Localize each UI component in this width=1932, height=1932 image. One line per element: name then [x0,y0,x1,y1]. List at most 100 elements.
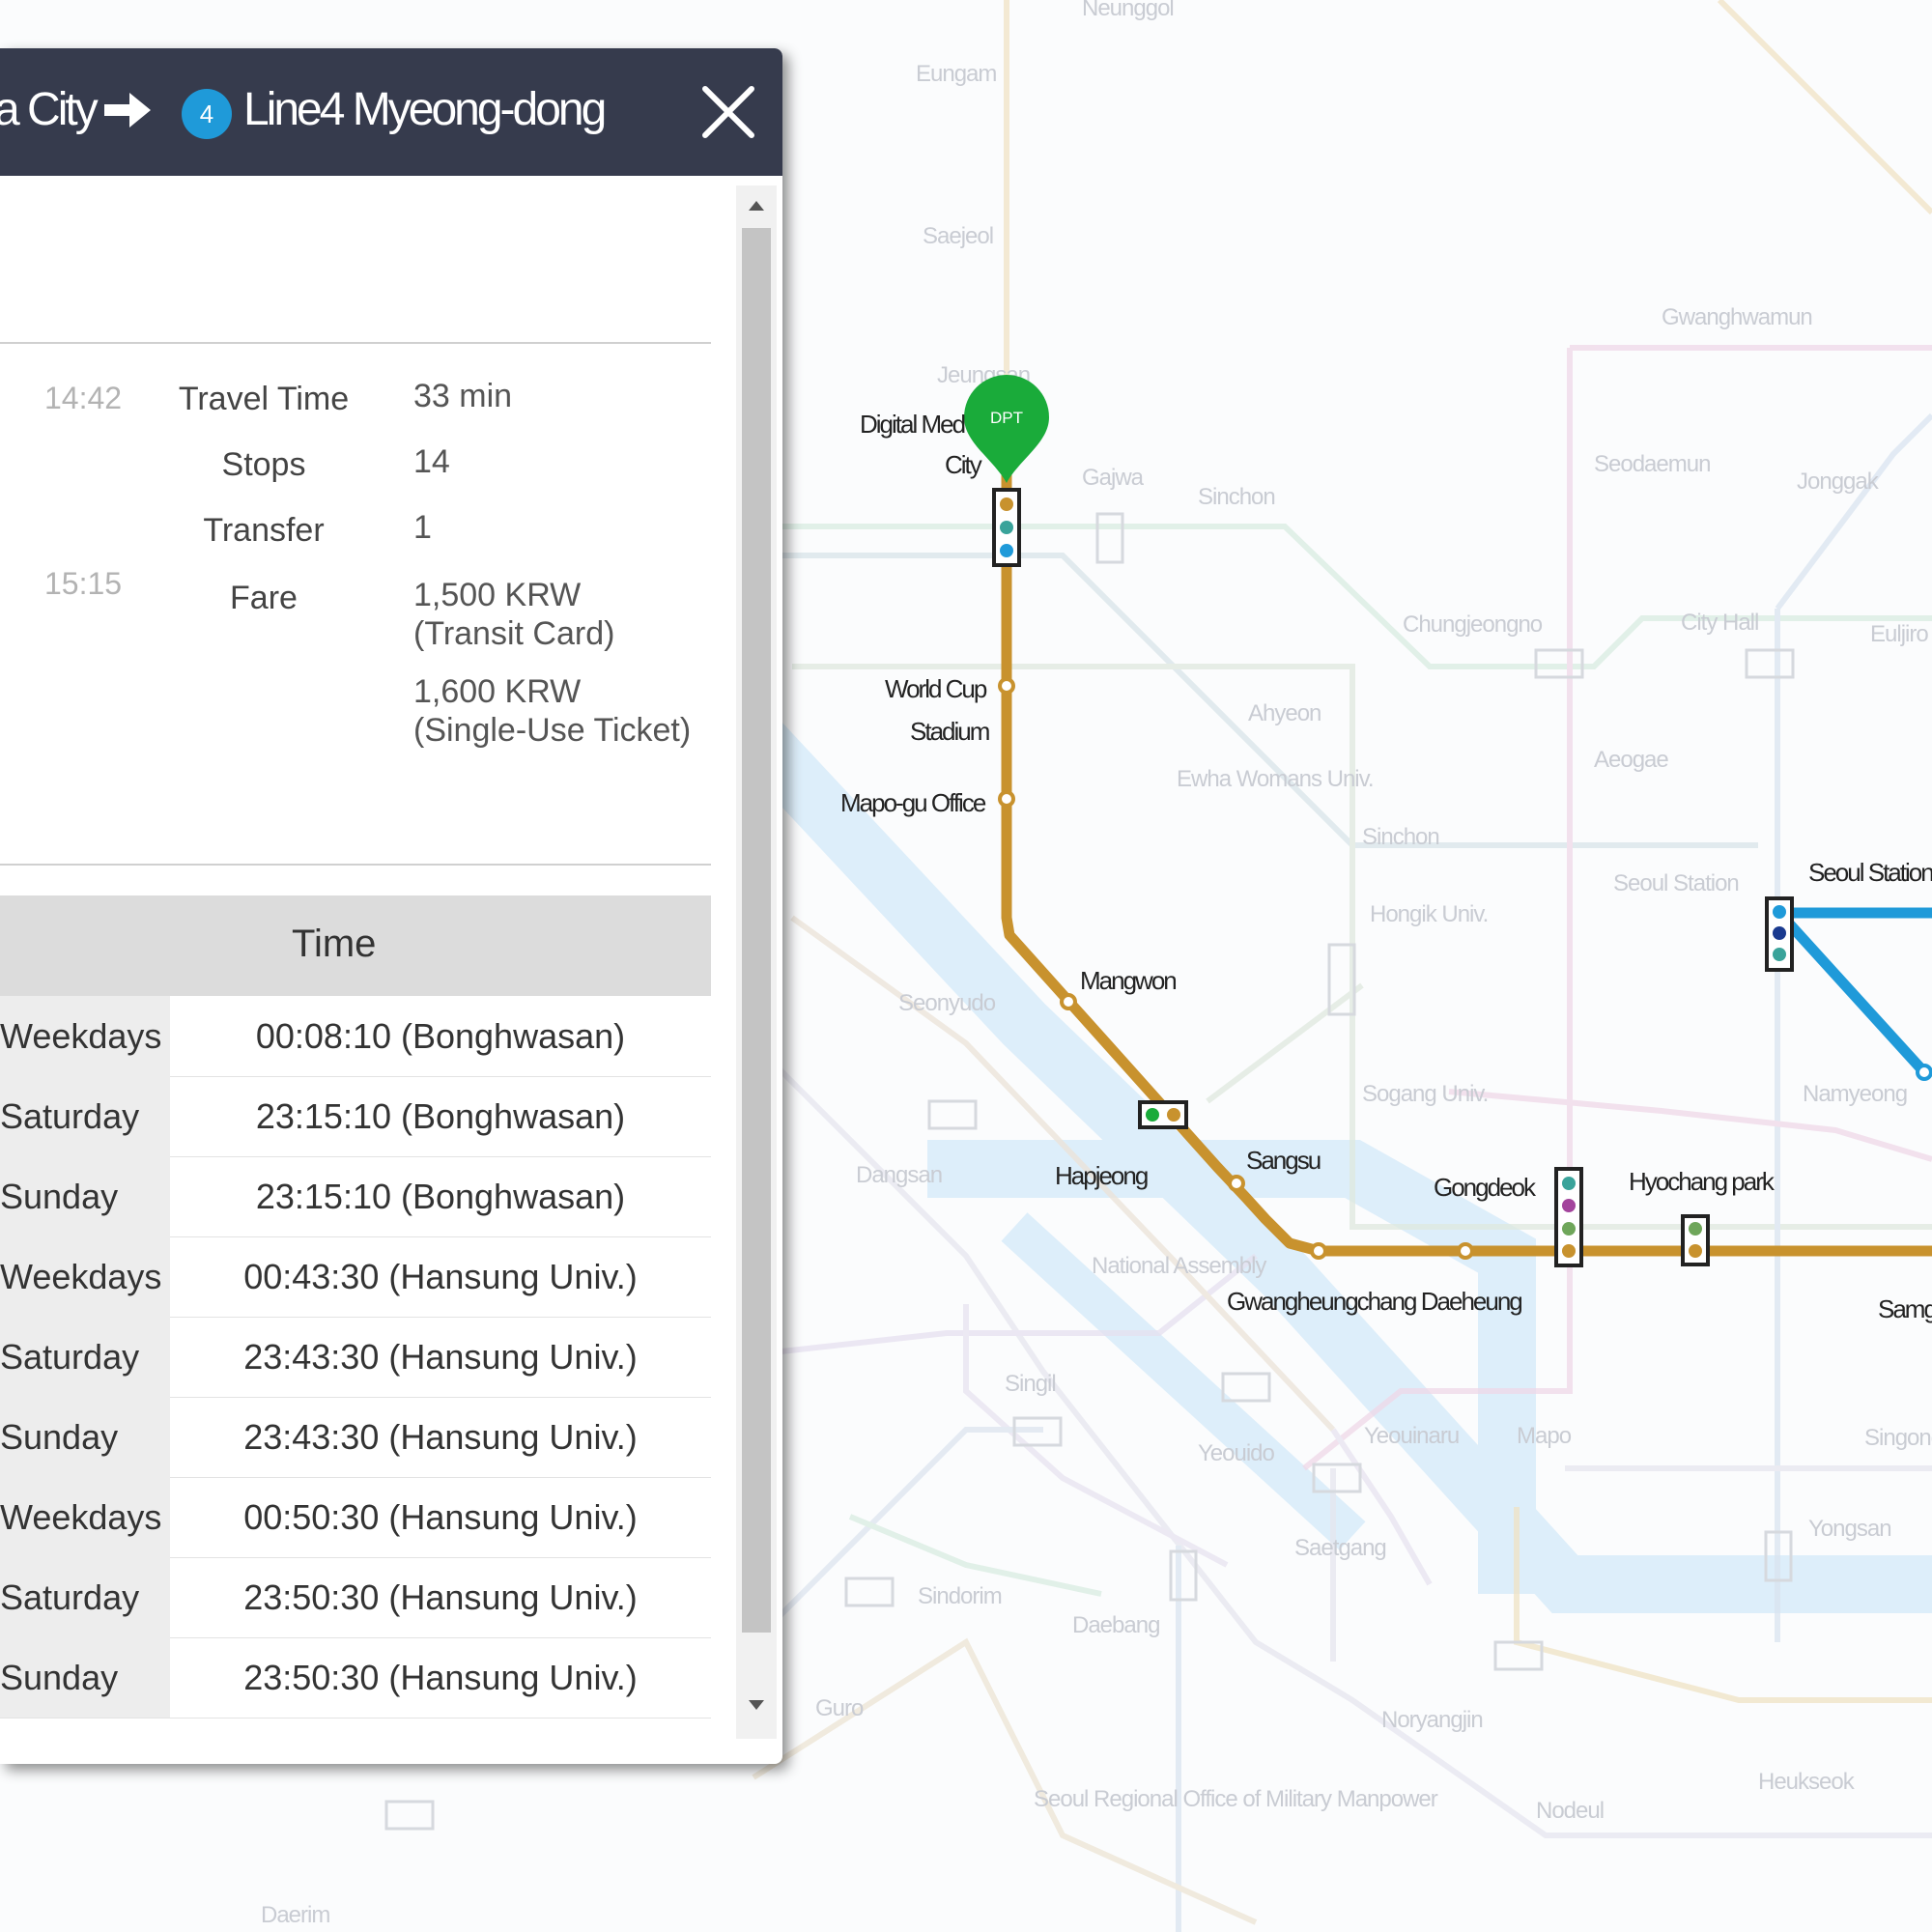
station-mapo-gu-office [998,790,1015,808]
transfer-box-hapjeong[interactable] [1138,1100,1188,1129]
svg-text:Gongdeok: Gongdeok [1434,1173,1537,1202]
table-row: Sunday 23:50:30 (Hansung Univ.) [0,1637,711,1719]
svg-text:Gwanghwamun: Gwanghwamun [1662,304,1812,330]
scroll-down-icon[interactable] [736,1685,777,1725]
table-row: Saturday 23:15:10 (Bonghwasan) [0,1076,711,1157]
transfer-box-seoul-station[interactable] [1765,896,1794,972]
panel-header: a City 4 Line4 Myeong-dong [0,48,782,176]
day-cell: Weekdays [0,1477,170,1557]
svg-text:Yongsan: Yongsan [1808,1516,1891,1542]
panel-body: 14:42 15:15 Travel Time 33 min Stops 14 … [0,176,736,1764]
svg-text:Euljiro: Euljiro [1870,621,1928,647]
station-mangwon [1060,993,1077,1010]
svg-text:Daebang: Daebang [1072,1612,1159,1638]
divider [0,342,711,344]
svg-text:Hongik Univ.: Hongik Univ. [1370,901,1488,927]
day-cell: Saturday [0,1557,170,1637]
day-cell: Weekdays [0,996,170,1076]
day-cell: Weekdays [0,1236,170,1317]
station-sookmyung [1916,1064,1932,1081]
svg-text:Yeouido: Yeouido [1198,1440,1275,1466]
fare-single-note: (Single-Use Ticket) [413,712,692,749]
svg-text:Hapjeong: Hapjeong [1055,1161,1148,1190]
svg-text:Aeogae: Aeogae [1594,747,1668,773]
day-cell: Sunday [0,1637,170,1718]
time-cell: 00:50:30 (Hansung Univ.) [243,1497,638,1537]
svg-text:Saetgang: Saetgang [1294,1535,1386,1561]
svg-text:Samg: Samg [1878,1294,1932,1323]
time-cell: 23:50:30 (Hansung Univ.) [243,1577,638,1617]
close-icon[interactable] [699,83,757,141]
svg-text:Digital Med: Digital Med [860,410,965,439]
transfer-box-hyochang-park[interactable] [1681,1214,1710,1266]
svg-text:Gwangheungchang Daeheung: Gwangheungchang Daeheung [1227,1287,1521,1316]
transfer-box-dmc[interactable] [992,488,1021,567]
svg-text:Gajwa: Gajwa [1082,465,1145,491]
svg-text:Stadium: Stadium [910,717,989,746]
svg-text:Mapo: Mapo [1517,1423,1572,1449]
travel-time-value: 33 min [413,378,513,414]
svg-text:Guro: Guro [815,1695,864,1721]
fare-card-value: 1,500 KRW [413,577,582,613]
table-row: Saturday 23:50:30 (Hansung Univ.) [0,1557,711,1638]
time-cell: 23:15:10 (Bonghwasan) [255,1177,626,1216]
travel-time-label: Travel Time [178,381,350,417]
transfer-label: Transfer [203,512,325,549]
svg-text:Singil: Singil [1005,1371,1056,1397]
divider [0,864,711,866]
time-cell: 00:08:10 (Bonghwasan) [255,1016,626,1056]
svg-text:Seodaemun: Seodaemun [1594,451,1710,477]
table-row: Weekdays 00:08:10 (Bonghwasan) [0,996,711,1077]
svg-text:Sogang Univ.: Sogang Univ. [1362,1081,1488,1107]
transfer-box-gongdeok[interactable] [1554,1167,1583,1267]
arrow-right-icon [104,93,151,128]
svg-text:Sindorim: Sindorim [918,1583,1002,1609]
scroll-up-icon[interactable] [736,185,777,226]
svg-text:Ahyeon: Ahyeon [1248,700,1321,726]
time-cell: 23:43:30 (Hansung Univ.) [243,1417,638,1457]
svg-text:Mapo-gu Office: Mapo-gu Office [840,788,986,817]
schedule-table-header: Time [0,895,711,996]
svg-text:Mangwon: Mangwon [1080,966,1176,995]
svg-text:Namyeong: Namyeong [1803,1081,1907,1107]
svg-text:Jonggak: Jonggak [1797,469,1880,495]
origin-station-label: a City [0,84,99,135]
svg-text:Hyochang park: Hyochang park [1629,1167,1776,1196]
svg-text:Saejeol: Saejeol [923,223,993,249]
scrollbar-thumb[interactable] [742,228,771,1633]
table-row: Sunday 23:15:10 (Bonghwasan) [0,1156,711,1237]
route-line-4 [1775,907,1932,1076]
svg-text:Dangsan: Dangsan [856,1162,942,1188]
time-cell: 00:43:30 (Hansung Univ.) [243,1257,638,1296]
svg-text:Seoul Regional Office of Milit: Seoul Regional Office of Military Manpow… [1034,1786,1438,1812]
time-column-header: Time [292,923,377,965]
time-cell: 23:15:10 (Bonghwasan) [255,1096,626,1136]
stops-value: 14 [413,443,450,480]
svg-text:City Hall: City Hall [1681,610,1758,636]
svg-text:Sinchon: Sinchon [1198,484,1275,510]
svg-text:Heukseok: Heukseok [1758,1769,1856,1795]
svg-text:Seonyudo: Seonyudo [898,990,996,1016]
station-world-cup-stadium [998,677,1015,695]
fare-label: Fare [230,580,298,616]
fare-single-value: 1,600 KRW [413,673,582,710]
line-number-badge: 4 [182,89,232,139]
day-cell: Saturday [0,1317,170,1397]
table-row: Saturday 23:43:30 (Hansung Univ.) [0,1317,711,1398]
svg-text:Seoul Station: Seoul Station [1613,870,1739,896]
fare-card-note: (Transit Card) [413,615,615,652]
svg-text:Chungjeongno: Chungjeongno [1403,611,1543,638]
route-detail-panel: a City 4 Line4 Myeong-dong 14:42 15:15 T… [0,48,782,1764]
day-cell: Sunday [0,1156,170,1236]
destination-station-label: Line4 Myeong-dong [243,84,607,135]
departure-time: 14:42 [44,381,123,415]
svg-text:Sinchon: Sinchon [1362,824,1439,850]
svg-text:Sangsu: Sangsu [1246,1146,1321,1175]
table-row: Weekdays 00:50:30 (Hansung Univ.) [0,1477,711,1558]
time-cell: 23:43:30 (Hansung Univ.) [243,1337,638,1377]
svg-text:Yeouinaru: Yeouinaru [1364,1423,1459,1449]
svg-text:Seoul Station: Seoul Station [1808,858,1932,887]
scrollbar[interactable] [736,185,777,1739]
arrival-time: 15:15 [44,566,123,601]
day-cell: Sunday [0,1397,170,1477]
